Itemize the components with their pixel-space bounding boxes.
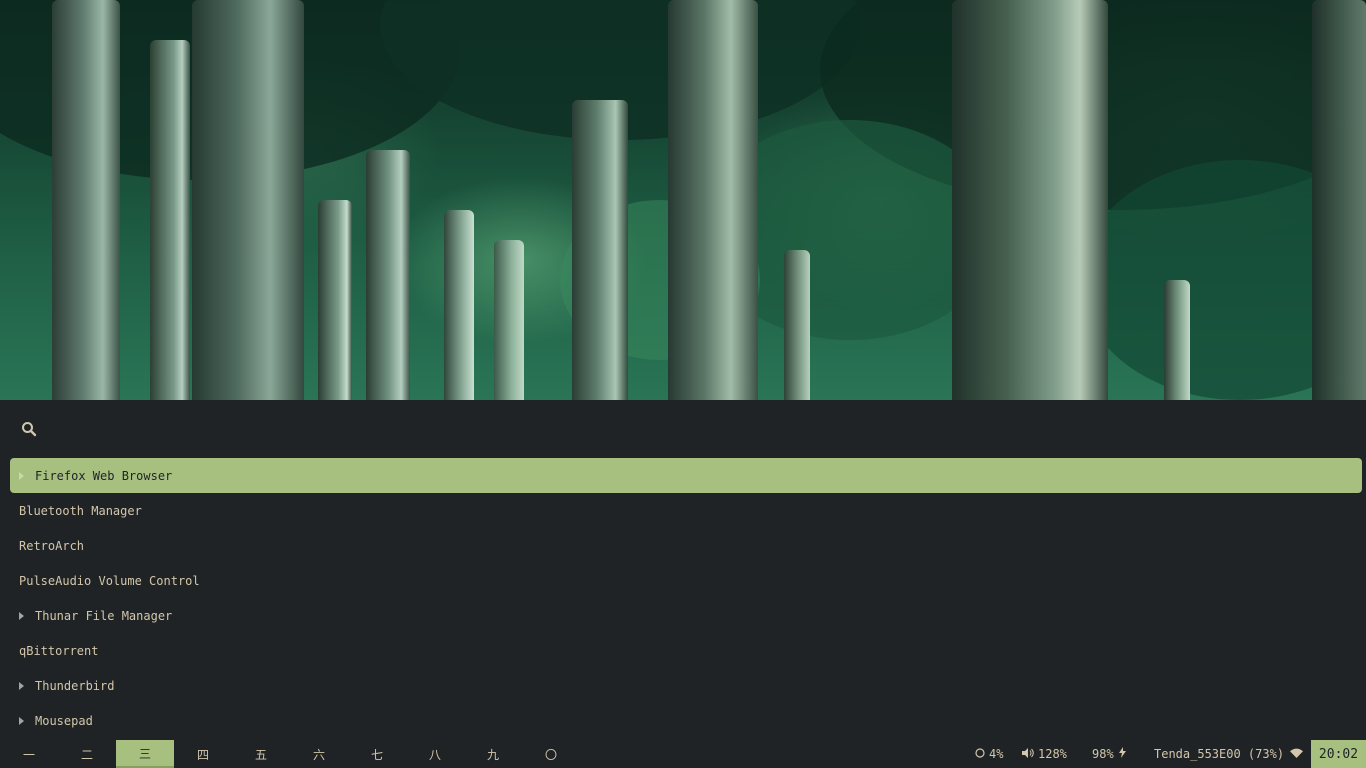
network-value: Tenda_553E00 (73%) [1154,747,1285,761]
list-item-mousepad[interactable]: Mousepad [10,703,1362,738]
desktop-wallpaper [0,0,1366,400]
list-item-retroarch[interactable]: RetroArch [10,528,1362,563]
workspace-2[interactable]: 二 [58,740,116,768]
status-bar: 一 二 三 四 五 六 七 八 九 〇 4% 128% 98% Tenda_55… [0,740,1366,768]
app-launcher: Firefox Web Browser Bluetooth Manager Re… [0,400,1366,740]
workspace-6[interactable]: 六 [290,740,348,768]
workspace-4[interactable]: 四 [174,740,232,768]
charging-bolt-icon [1118,747,1126,761]
search-bar [0,400,1366,458]
workspace-5[interactable]: 五 [232,740,290,768]
list-item-qbittorrent[interactable]: qBittorrent [10,633,1362,668]
expand-arrow-icon [19,716,24,725]
battery-indicator[interactable]: 98% [1092,740,1130,768]
speaker-icon [1022,747,1034,761]
list-item-label: qBittorrent [19,643,99,658]
list-item-label: Thunar File Manager [35,608,173,623]
list-item-label: RetroArch [19,538,85,553]
expand-arrow-icon [19,681,24,690]
list-item-label: Bluetooth Manager [19,503,142,518]
workspace-1[interactable]: 一 [0,740,58,768]
workspace-8[interactable]: 八 [406,740,464,768]
wifi-icon [1290,747,1304,761]
search-icon [20,420,38,438]
list-item-label: Thunderbird [35,678,115,693]
cpu-circle-icon [975,747,985,761]
list-item-label: Firefox Web Browser [35,468,173,483]
list-item-firefox[interactable]: Firefox Web Browser [10,458,1362,493]
list-item-thunar[interactable]: Thunar File Manager [10,598,1362,633]
workspace-9[interactable]: 九 [464,740,522,768]
workspace-3[interactable]: 三 [116,740,174,768]
workspace-10[interactable]: 〇 [522,740,580,768]
volume-indicator[interactable]: 128% [1022,740,1067,768]
list-item-pulseaudio[interactable]: PulseAudio Volume Control [10,563,1362,598]
expand-arrow-icon [19,471,24,480]
list-item-thunderbird[interactable]: Thunderbird [10,668,1362,703]
list-item-bluetooth-manager[interactable]: Bluetooth Manager [10,493,1362,528]
workspace-7[interactable]: 七 [348,740,406,768]
network-indicator[interactable]: Tenda_553E00 (73%) [1154,740,1307,768]
search-input[interactable] [48,417,1332,443]
list-item-label: PulseAudio Volume Control [19,573,200,588]
clock[interactable]: 20:02 [1311,740,1366,768]
cpu-value: 4% [989,747,1004,761]
battery-value: 98% [1092,747,1114,761]
list-item-label: Mousepad [35,713,93,728]
app-list: Firefox Web Browser Bluetooth Manager Re… [10,458,1362,738]
cpu-indicator[interactable]: 4% [975,740,1003,768]
expand-arrow-icon [19,611,24,620]
volume-value: 128% [1038,747,1067,761]
